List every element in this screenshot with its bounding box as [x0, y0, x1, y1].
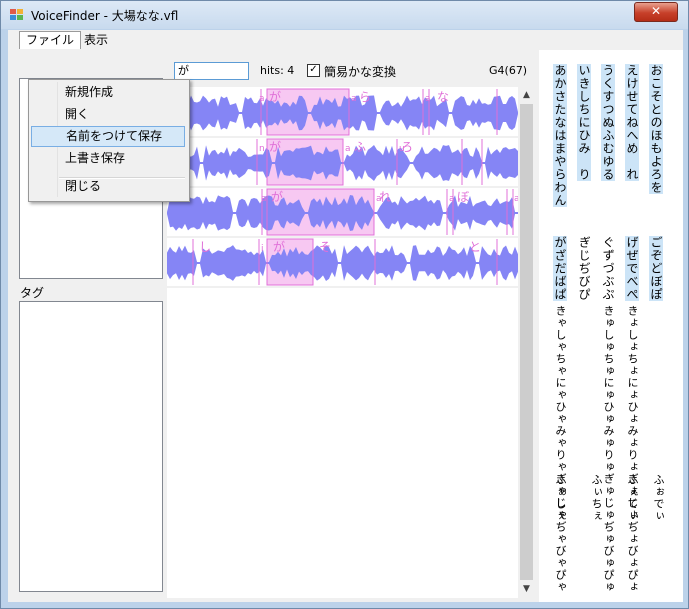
phoneme-label: そ [319, 240, 331, 254]
client-area: ファイル 表示 タグ が hits: 4 ✓ 簡易かな変換 G4(67) aがa… [8, 30, 683, 602]
phoneme-label: a [259, 94, 265, 104]
kana-column[interactable]: ふぁしぇ [553, 474, 567, 522]
phoneme-label: が [269, 139, 281, 154]
scroll-thumb[interactable] [520, 104, 533, 580]
phoneme-label: が [269, 89, 281, 104]
phoneme-label: し [199, 240, 211, 254]
kana-column[interactable]: ぎじぢびぴ [577, 236, 591, 301]
kana-column[interactable]: きゅしゅちゅにゅひゅみゅりゅぎゅじゅぢゅびゅぴゅ [601, 305, 615, 593]
kana-column[interactable]: がざだばぱ [553, 236, 567, 301]
phoneme-label: が [271, 189, 283, 204]
hits-count: hits: 4 [260, 64, 295, 77]
kana-convert-checkbox[interactable]: ✓ [307, 64, 320, 77]
menu-item-new[interactable]: 新規作成 [31, 82, 185, 103]
waveform-row[interactable] [167, 245, 518, 281]
kana-column[interactable]: ふぇてぃ [625, 474, 639, 522]
phoneme-label: i [261, 244, 264, 254]
phoneme-label: a [425, 94, 431, 104]
menu-file[interactable]: ファイル [19, 31, 82, 49]
close-button[interactable]: ✕ [634, 2, 678, 22]
vertical-scrollbar[interactable]: ▲ ▼ [518, 87, 535, 598]
kana-column[interactable]: あかさたなはまやらわん [553, 64, 567, 207]
kana-column[interactable]: げぜでべぺ [625, 236, 639, 301]
kana-column[interactable]: きゃしゃちゃにゃひゃみゃりゃぎゃじゃぢゃびゃぴゃ [553, 305, 567, 593]
kana-column[interactable]: おこそとのほもよろを [649, 64, 663, 194]
phoneme-label: ろ [401, 140, 413, 154]
phoneme-label: な [437, 90, 449, 104]
item-count: G4(67) [489, 64, 528, 77]
kana-convert-label[interactable]: 簡易かな変換 [324, 63, 396, 80]
search-input[interactable]: が [174, 62, 249, 80]
menu-item-open[interactable]: 開く [31, 104, 185, 125]
phoneme-label: a [449, 194, 455, 204]
scroll-down-icon[interactable]: ▼ [518, 581, 535, 598]
waveform-canvas[interactable]: a が a ら a なn が a ふ uろa が aれ a ぼ aし i がそと [167, 87, 520, 598]
menu-view[interactable]: 表示 [78, 32, 114, 49]
phoneme-label: a [351, 94, 357, 104]
kana-column[interactable]: ふぉでぃ [651, 474, 665, 522]
file-menu-dropdown: 新規作成 開く 名前をつけて保存 上書き保存 閉じる [28, 79, 190, 202]
title-bar[interactable]: VoiceFinder - 大場なな.vfl ✕ [1, 1, 688, 29]
tag-list[interactable] [19, 301, 163, 592]
window-title: VoiceFinder - 大場なな.vfl [31, 9, 179, 23]
tag-label: タグ [20, 286, 45, 300]
waveform-panel[interactable]: aがaらaなnがaふuろaがaれaぼaしiがそと [167, 87, 520, 598]
phoneme-label: ふ [354, 140, 366, 154]
phoneme-label: れ [379, 190, 391, 204]
scroll-up-icon[interactable]: ▲ [518, 87, 535, 104]
phoneme-label: n [259, 144, 265, 154]
phoneme-label: が [273, 239, 285, 254]
kana-column[interactable]: ぐずづぶぷ [601, 236, 615, 301]
menu-bar: ファイル 表示 [8, 30, 683, 50]
phoneme-label: a [345, 144, 351, 154]
menu-item-save[interactable]: 上書き保存 [31, 148, 185, 169]
phoneme-label: a [261, 194, 267, 204]
kana-column[interactable]: ふぃちぇ [589, 474, 603, 522]
kana-column[interactable]: ごぞどぼぽ [649, 236, 663, 301]
kana-column[interactable]: きょしょちょにょひょみょりょぎょじょぢょびょぴょ [625, 305, 639, 593]
kana-column[interactable]: えけせてねへめ れ [625, 64, 639, 181]
app-window: VoiceFinder - 大場なな.vfl ✕ ファイル 表示 タグ が hi… [0, 0, 689, 609]
menu-item-close[interactable]: 閉じる [31, 176, 185, 197]
phoneme-label: ぼ [457, 190, 469, 204]
phoneme-label: ら [359, 90, 371, 104]
kana-column[interactable]: いきしちにひみ り [577, 64, 591, 181]
app-icon [10, 9, 23, 20]
menu-item-save-as[interactable]: 名前をつけて保存 [31, 126, 185, 147]
kana-grid: おこそとのほもよろを えけせてねへめ れ うくすつぬふむゆる いきしちにひみ り… [539, 50, 683, 602]
kana-column[interactable]: うくすつぬふむゆる [601, 64, 615, 181]
phoneme-label: と [469, 240, 481, 254]
